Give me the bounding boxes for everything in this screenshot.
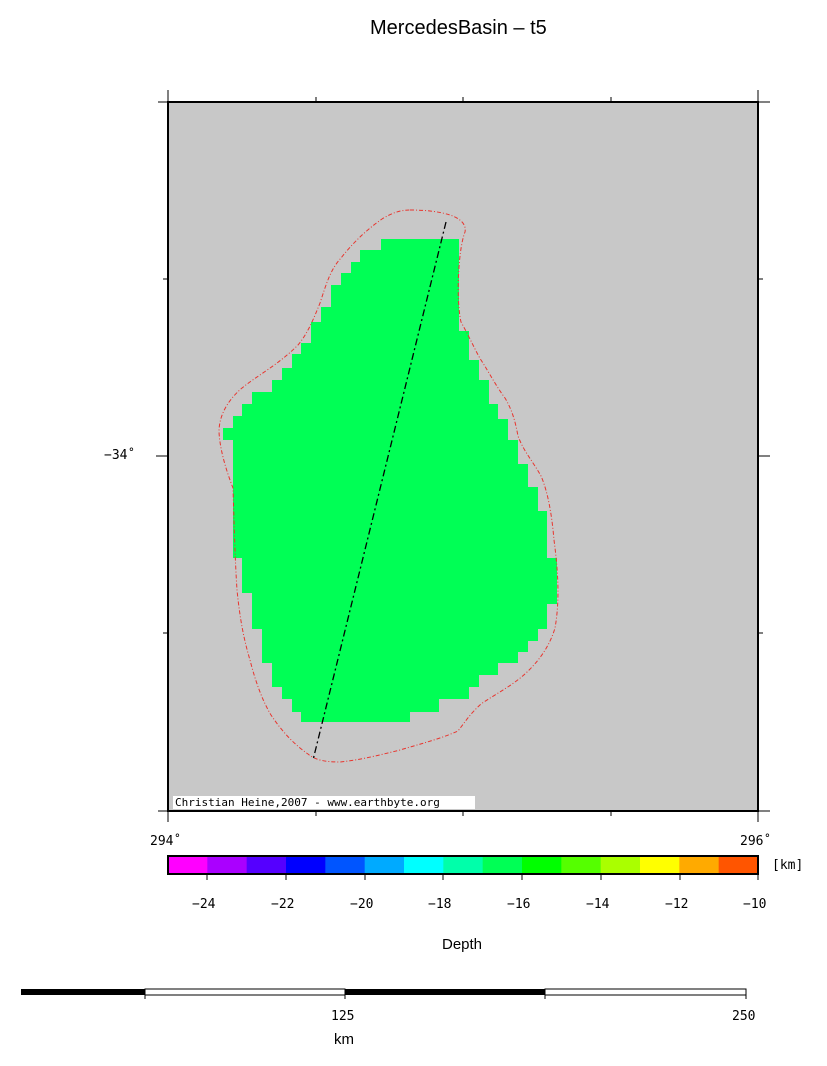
colorbar-tick-label: −20 xyxy=(350,897,374,912)
colorbar-cell xyxy=(168,856,208,874)
colorbar-cell xyxy=(522,856,562,874)
lon-label-east: 296˚ xyxy=(740,834,772,849)
colorbar-label: Depth xyxy=(442,936,483,953)
colorbar-tick-label: −10 xyxy=(743,897,767,912)
colorbar-cell xyxy=(640,856,680,874)
colorbar-tick-label: −18 xyxy=(428,897,452,912)
colorbar-cell xyxy=(364,856,405,874)
colorbar-tick-label: −22 xyxy=(271,897,295,912)
colorbar-tick-label: −14 xyxy=(586,897,610,912)
colorbar-cell xyxy=(718,856,759,874)
colorbar-unit: [km] xyxy=(772,858,804,873)
scale-unit: km xyxy=(334,1031,354,1048)
colorbar-cell xyxy=(561,856,602,874)
map-figure xyxy=(21,90,770,999)
colorbar-cell xyxy=(246,856,287,874)
credit-text: Christian Heine,2007 - www.earthbyte.org xyxy=(175,796,440,809)
colorbar-cell xyxy=(600,856,641,874)
colorbar-tick-label: −16 xyxy=(507,897,531,912)
scale-label-mid: 125 xyxy=(331,1009,355,1024)
scale-bar xyxy=(21,988,747,999)
colorbar-cell xyxy=(207,856,248,874)
colorbar-cell xyxy=(404,856,444,874)
colorbar-tick-label: −24 xyxy=(192,897,216,912)
colorbar-cell xyxy=(286,856,326,874)
colorbar-cell xyxy=(325,856,366,874)
colorbar xyxy=(168,856,759,874)
lat-label: −34˚ xyxy=(104,448,136,463)
colorbar-cell xyxy=(443,856,484,874)
scale-label-end: 250 xyxy=(732,1009,756,1024)
colorbar-cell xyxy=(679,856,720,874)
colorbar-cell xyxy=(482,856,523,874)
colorbar-tick-label: −12 xyxy=(665,897,689,912)
lon-label-west: 294˚ xyxy=(150,834,182,849)
